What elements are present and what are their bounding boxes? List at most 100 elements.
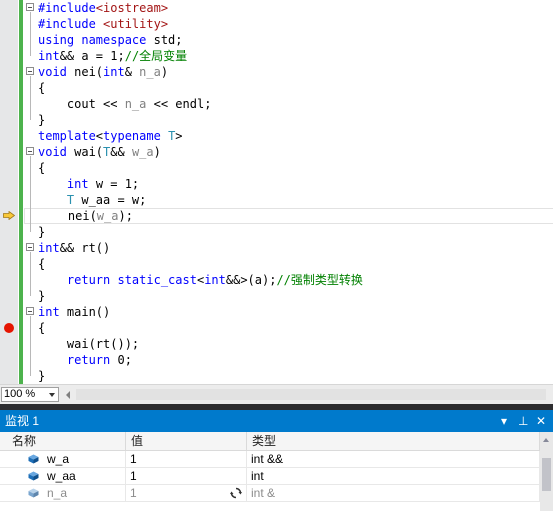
code-line[interactable]: int w = 1; — [24, 176, 553, 192]
collapse-icon[interactable] — [26, 243, 34, 251]
code-text: { — [38, 320, 45, 336]
code-line[interactable]: nei(w_a); — [24, 208, 553, 224]
code-line[interactable]: void nei(int& n_a) — [24, 64, 553, 80]
indicator-margin[interactable] — [0, 0, 18, 384]
column-header-name[interactable]: 名称 — [0, 432, 126, 451]
code-line[interactable]: return 0; — [24, 352, 553, 368]
code-token: int — [66, 177, 96, 191]
code-line[interactable]: T w_aa = w; — [24, 192, 553, 208]
code-token: cout << — [38, 97, 125, 111]
code-text: nei(w_a); — [39, 209, 133, 223]
scrollbar-thumb[interactable] — [542, 458, 551, 491]
code-line[interactable]: int&& a = 1;//全局变量 — [24, 48, 553, 64]
code-token: #include — [38, 1, 96, 15]
code-line[interactable]: int&& rt() — [24, 240, 553, 256]
code-line[interactable]: { — [24, 160, 553, 176]
zoom-select[interactable]: 100 % — [1, 387, 59, 402]
outline-guide — [30, 76, 31, 120]
watch-value-cell[interactable]: 1 — [126, 451, 247, 467]
watch-row[interactable]: w_a 1 int && — [0, 451, 540, 468]
collapse-icon[interactable] — [26, 307, 34, 315]
pin-icon[interactable]: ⊥ — [518, 410, 528, 432]
watch-type-cell[interactable]: int & — [247, 485, 540, 501]
window-position-dropdown-icon[interactable]: ▾ — [501, 410, 507, 432]
code-line[interactable]: return static_cast<int&&>(a);//强制类型转换 — [24, 272, 553, 288]
watch-name: w_a — [47, 452, 70, 466]
code-token: > — [175, 129, 183, 143]
horizontal-scrollbar[interactable] — [76, 389, 546, 400]
breakpoint-icon[interactable] — [4, 323, 14, 333]
outline-guide — [30, 156, 31, 232]
change-tracking-bar — [19, 0, 23, 384]
code-text: int main() — [38, 304, 110, 320]
code-text: int&& rt() — [38, 240, 110, 256]
watch-row[interactable]: n_a 1 int & — [0, 485, 540, 502]
code-line[interactable]: } — [24, 224, 553, 240]
code-line[interactable]: wai(rt()); — [24, 336, 553, 352]
code-line[interactable]: #include<iostream> — [24, 0, 553, 16]
vertical-scrollbar[interactable] — [540, 432, 553, 511]
code-line[interactable]: using namespace std; — [24, 32, 553, 48]
code-token: << endl; — [146, 97, 212, 111]
column-header-type[interactable]: 类型 — [247, 432, 540, 451]
code-line[interactable]: void wai(T&& w_a) — [24, 144, 553, 160]
watch-title-bar[interactable]: 监视 1 ▾ ⊥ ✕ — [0, 410, 553, 432]
code-text: #include <utility> — [38, 16, 168, 32]
code-token: w = 1; — [95, 177, 140, 191]
watch-name-cell[interactable]: w_a — [0, 451, 126, 467]
close-icon[interactable]: ✕ — [536, 410, 546, 432]
column-header-value[interactable]: 值 — [126, 432, 247, 451]
collapse-icon[interactable] — [26, 3, 34, 11]
code-text: { — [38, 256, 45, 272]
scroll-up-icon[interactable] — [543, 438, 549, 442]
code-token: ) — [153, 145, 161, 159]
code-line[interactable]: cout << n_a << endl; — [24, 96, 553, 112]
code-editor[interactable]: #include<iostream> #include <utility> usin… — [0, 0, 553, 384]
code-text: } — [38, 224, 45, 240]
code-area[interactable]: #include<iostream> #include <utility> usin… — [24, 0, 553, 384]
watch-row[interactable]: w_aa 1 int — [0, 468, 540, 485]
code-line[interactable]: { — [24, 80, 553, 96]
code-token: return — [66, 353, 118, 367]
watch-name-cell[interactable]: w_aa — [0, 468, 126, 484]
code-token: //强制类型转换 — [276, 273, 363, 287]
code-line[interactable]: { — [24, 320, 553, 336]
code-text: void nei(int& n_a) — [38, 64, 168, 80]
code-line[interactable]: int main() — [24, 304, 553, 320]
code-token: ) — [160, 65, 169, 79]
code-line[interactable]: } — [24, 112, 553, 128]
code-line[interactable]: } — [24, 368, 553, 384]
watch-name-cell[interactable]: n_a — [0, 485, 126, 501]
code-token: void — [38, 145, 75, 159]
watch-grid[interactable]: 名称 值 类型 w_a 1 int && w_aa 1 int n_a 1 int & — [0, 432, 540, 511]
refresh-icon[interactable] — [230, 487, 242, 499]
code-token: int — [38, 49, 60, 63]
code-text: int w = 1; — [38, 176, 139, 192]
code-line[interactable]: template<typename T> — [24, 128, 553, 144]
code-token: std; — [153, 33, 183, 47]
collapse-icon[interactable] — [26, 147, 34, 155]
code-token: void — [38, 65, 75, 79]
watch-value-cell[interactable]: 1 — [126, 468, 247, 484]
code-token: nei( — [74, 65, 104, 79]
code-line[interactable]: } — [24, 288, 553, 304]
watch-value-cell[interactable]: 1 — [126, 485, 247, 501]
code-line[interactable]: #include <utility> — [24, 16, 553, 32]
current-statement-arrow-icon[interactable] — [3, 211, 15, 220]
outline-guide — [30, 12, 31, 56]
chevron-down-icon[interactable] — [49, 393, 55, 397]
code-token: w_a — [131, 145, 154, 159]
code-token: nei( — [39, 209, 97, 223]
editor-status-strip: 100 % — [0, 384, 553, 404]
code-token: & — [124, 65, 140, 79]
code-token: && a = 1; — [59, 49, 125, 63]
watch-type-cell[interactable]: int — [247, 468, 540, 484]
watch-type-cell[interactable]: int && — [247, 451, 540, 467]
watch-type: int & — [251, 486, 276, 500]
code-line[interactable]: { — [24, 256, 553, 272]
collapse-icon[interactable] — [26, 67, 34, 75]
scroll-left-icon[interactable] — [66, 391, 70, 399]
watch-type: int && — [251, 452, 284, 466]
